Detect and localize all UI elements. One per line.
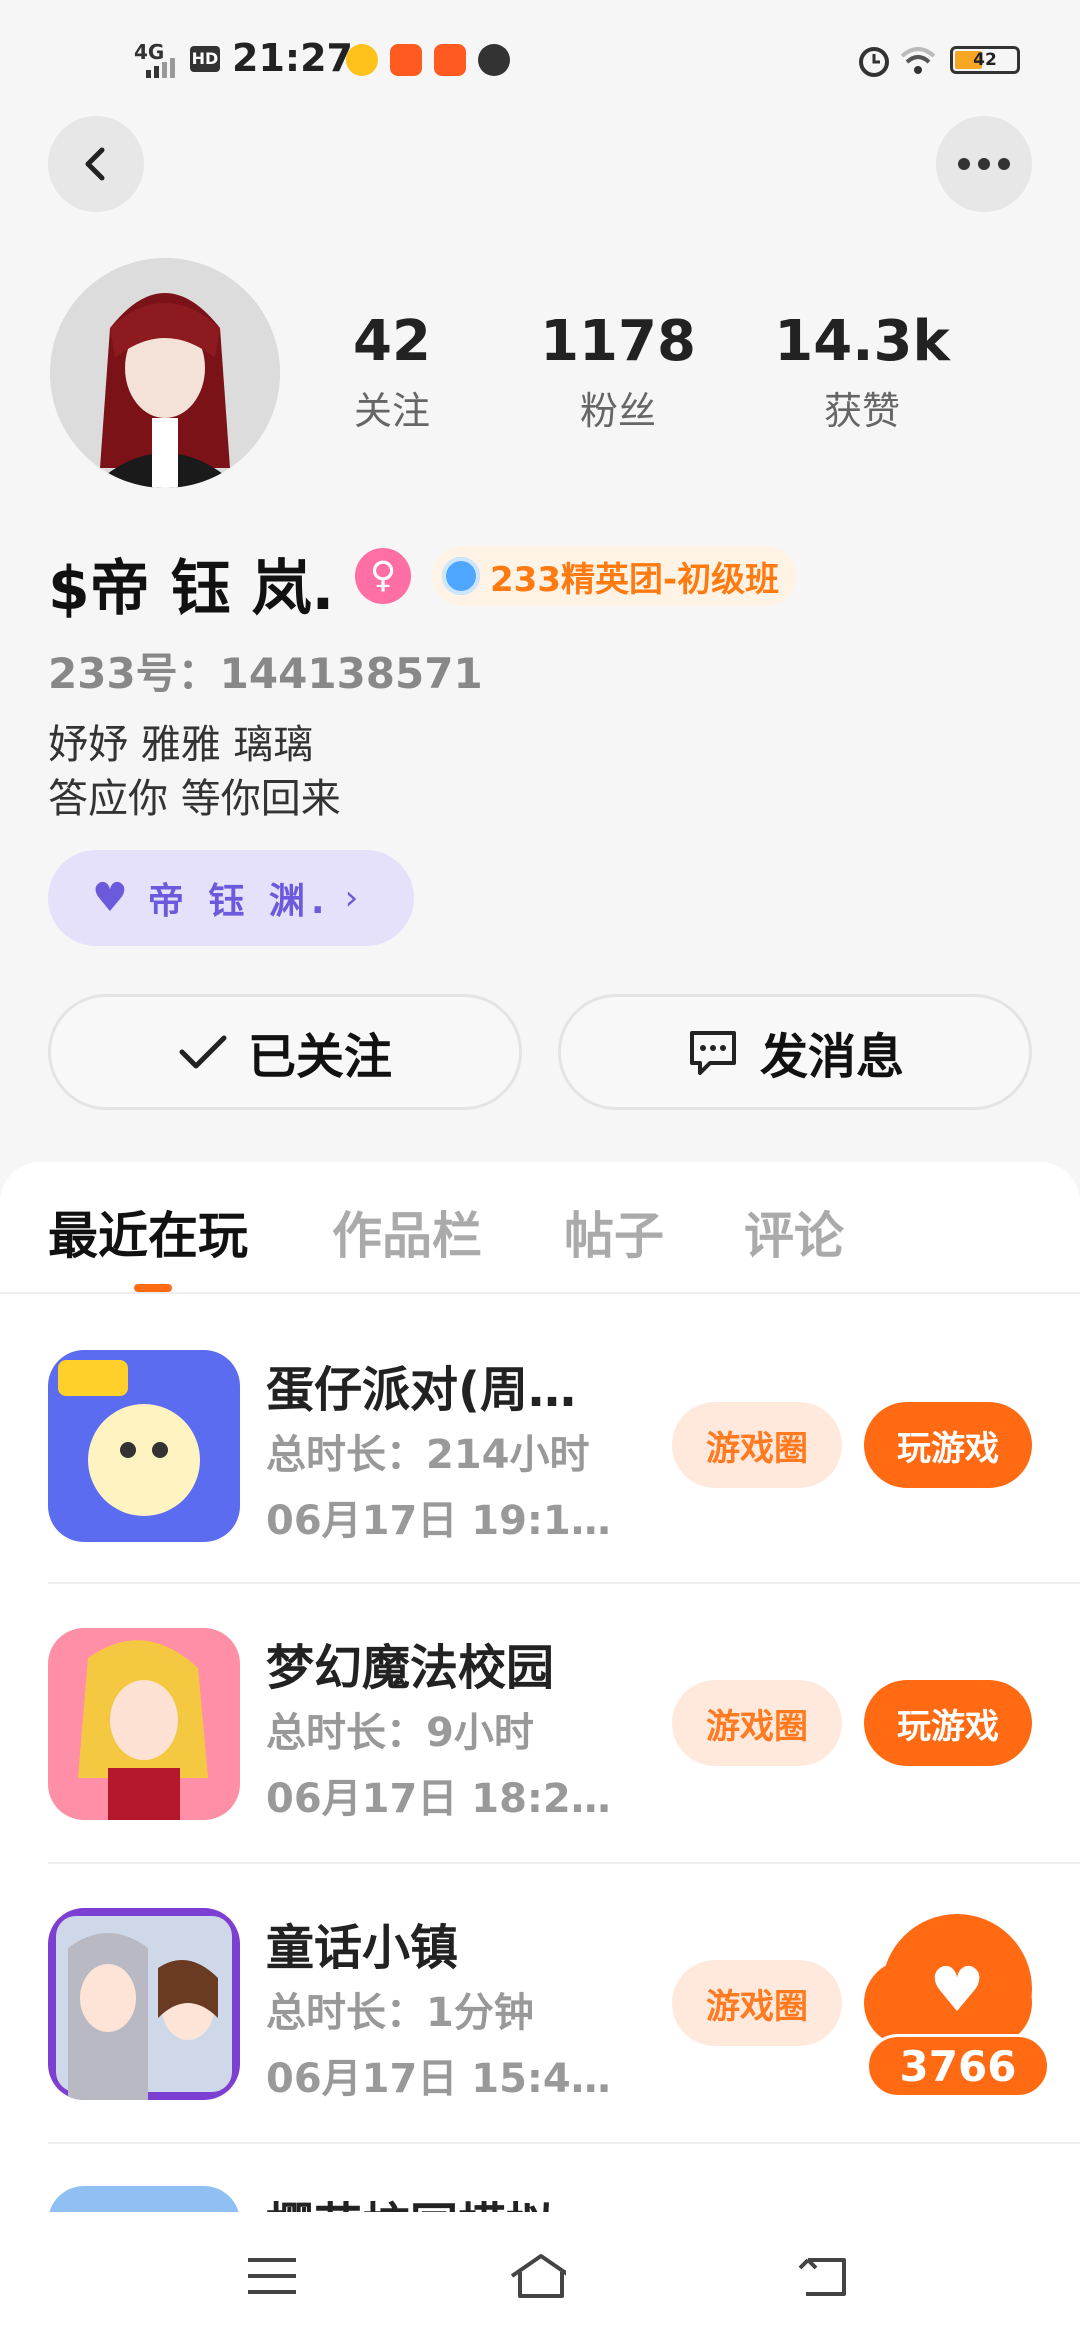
- home-icon[interactable]: [506, 2250, 566, 2300]
- chevron-right-icon: ›: [344, 878, 359, 918]
- message-notification-icon: [478, 44, 510, 76]
- bio-line: 妤妤 雅雅 璃璃: [48, 722, 314, 768]
- tab-recently-played[interactable]: 最近在玩: [48, 1196, 248, 1268]
- game-icon: [48, 1350, 240, 1542]
- divider: [48, 2142, 1080, 2144]
- stat-followers[interactable]: 1178 粉丝: [518, 310, 718, 435]
- game-title: 童话小镇: [266, 1920, 459, 1976]
- tab-posts[interactable]: 帖子: [564, 1196, 664, 1268]
- badge-label: 233精英团-初级班: [490, 559, 780, 600]
- game-title: 蛋仔派对(周…: [266, 1362, 576, 1418]
- likes-count: 14.3k: [774, 309, 950, 374]
- wifi-icon: [900, 47, 936, 74]
- stat-likes[interactable]: 14.3k 获赞: [762, 310, 962, 435]
- game-row[interactable]: 梦幻魔法校园 总时长：9小时 06月17日 18:2… 游戏圈 玩游戏: [0, 1628, 1080, 1908]
- game-icon: [48, 1908, 240, 2100]
- more-dots-icon: [958, 158, 1010, 170]
- game-last-played: 06月17日 15:4…: [266, 2056, 611, 2102]
- app-notification-icon: [390, 44, 422, 76]
- battery-indicator: 42: [950, 46, 1020, 74]
- hd-badge: HD: [190, 46, 220, 72]
- message-button[interactable]: 发消息: [558, 994, 1032, 1110]
- game-last-played: 06月17日 19:1…: [266, 1498, 611, 1544]
- play-game-button[interactable]: 玩游戏: [864, 1402, 1032, 1488]
- back-nav-icon[interactable]: [794, 2250, 854, 2300]
- message-label: 发消息: [759, 1029, 904, 1085]
- heart-icon: ♥: [92, 875, 128, 921]
- back-arrow-icon: [85, 147, 105, 181]
- game-row[interactable]: 蛋仔派对(周… 总时长：214小时 06月17日 19:1… 游戏圈 玩游戏: [0, 1350, 1080, 1630]
- status-bar: 4G HD 21:27 42: [0, 0, 1080, 110]
- female-icon: ♀: [355, 548, 411, 604]
- game-duration: 总时长：9小时: [266, 1710, 534, 1756]
- couple-link[interactable]: ♥ 帝 钰 渊. ›: [48, 850, 414, 946]
- couple-name: 帝 钰 渊.: [147, 881, 331, 922]
- likes-label: 获赞: [823, 389, 900, 433]
- user-name: $帝 钰 岚.: [48, 554, 335, 624]
- game-circle-button[interactable]: 游戏圈: [672, 1680, 842, 1766]
- game-row[interactable]: 樱花校园模拟…: [0, 2186, 1080, 2212]
- chat-bubble-icon: [689, 1031, 736, 1075]
- guild-badge[interactable]: 233精英团-初级班: [432, 546, 798, 606]
- app-notification-icon: [346, 44, 378, 76]
- game-circle-button[interactable]: 游戏圈: [672, 1960, 842, 2046]
- game-duration: 总时长：214小时: [266, 1432, 590, 1478]
- badge-icon: [442, 557, 480, 595]
- bio-line: 答应你 等你回来: [48, 776, 341, 822]
- game-icon: [48, 1628, 240, 1820]
- like-float-button[interactable]: ♥ 3766: [866, 1914, 1052, 2098]
- back-button[interactable]: [48, 116, 144, 212]
- game-title: 樱花校园模拟…: [266, 2186, 646, 2212]
- avatar-image: [50, 258, 280, 488]
- alarm-icon: [859, 47, 889, 77]
- more-button[interactable]: [936, 116, 1032, 212]
- followed-button[interactable]: 已关注: [48, 994, 522, 1110]
- clock: 21:27: [232, 36, 353, 80]
- game-title: 梦幻魔法校园: [266, 1640, 555, 1696]
- tab-indicator: [134, 1284, 172, 1292]
- user-id: 233号：144138571: [48, 649, 483, 698]
- game-last-played: 06月17日 18:2…: [266, 1776, 611, 1822]
- check-icon: [179, 1035, 227, 1069]
- following-label: 关注: [353, 389, 430, 433]
- followers-count: 1178: [540, 309, 696, 374]
- game-icon: [48, 2186, 240, 2212]
- avatar[interactable]: [50, 258, 280, 488]
- user-bio: 妤妤 雅雅 璃璃 答应你 等你回来: [48, 718, 341, 826]
- app-notification-icon: [434, 44, 466, 76]
- play-game-button[interactable]: 玩游戏: [864, 1680, 1032, 1766]
- tab-works[interactable]: 作品栏: [332, 1196, 482, 1268]
- followers-label: 粉丝: [579, 389, 656, 433]
- signal-icon: [146, 58, 175, 78]
- like-count: 3766: [866, 2034, 1050, 2098]
- divider: [48, 1862, 1080, 1864]
- menu-icon[interactable]: [242, 2250, 302, 2300]
- game-circle-button[interactable]: 游戏圈: [672, 1402, 842, 1488]
- divider: [0, 1292, 1080, 1294]
- stat-following[interactable]: 42 关注: [292, 310, 492, 435]
- followed-label: 已关注: [247, 1029, 392, 1085]
- game-duration: 总时长：1分钟: [266, 1990, 534, 2036]
- divider: [48, 1582, 1080, 1584]
- tab-comments[interactable]: 评论: [744, 1196, 844, 1268]
- following-count: 42: [353, 309, 431, 374]
